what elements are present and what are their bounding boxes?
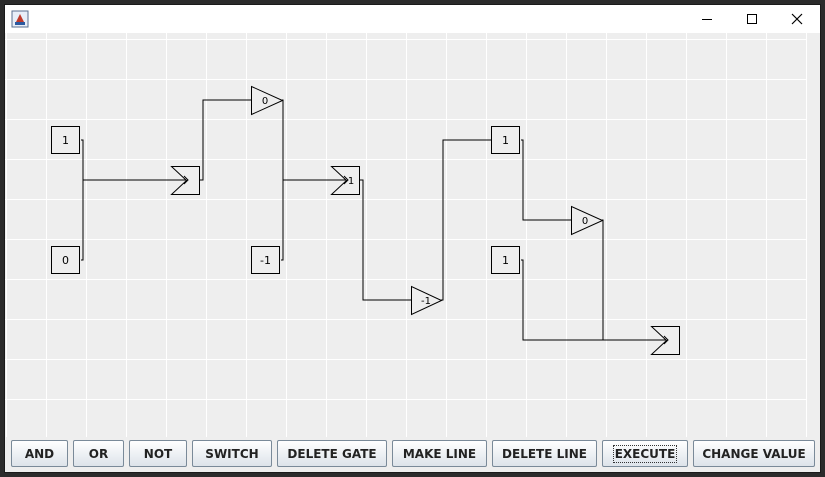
close-button[interactable]: [774, 5, 820, 33]
not-gate[interactable]: 0: [571, 205, 604, 236]
execute-button[interactable]: EXECUTE: [602, 440, 688, 467]
grid: [5, 33, 807, 437]
switch[interactable]: -1: [251, 246, 280, 274]
and-button-label: AND: [24, 446, 55, 461]
and-button[interactable]: AND: [11, 440, 68, 467]
not-gate[interactable]: -1: [411, 285, 443, 316]
switch-value: 0: [62, 254, 69, 267]
wire[interactable]: [281, 99, 284, 261]
switch-value: 1: [502, 254, 509, 267]
delete-gate-button-label: DELETE GATE: [287, 446, 377, 461]
maximize-icon: [747, 14, 757, 24]
switch-button[interactable]: SWITCH: [192, 440, 272, 467]
make-line-button[interactable]: MAKE LINE: [392, 440, 487, 467]
delete-line-button[interactable]: DELETE LINE: [492, 440, 597, 467]
switch[interactable]: 1: [491, 246, 520, 274]
switch[interactable]: 1: [491, 126, 520, 154]
switch-button-label: SWITCH: [205, 446, 259, 461]
wire[interactable]: [521, 259, 668, 341]
change-value-button[interactable]: CHANGE VALUE: [693, 440, 815, 467]
wire[interactable]: [200, 99, 251, 181]
title-bar: [5, 5, 820, 33]
minimize-icon: [702, 19, 712, 20]
gate-value: 1: [348, 176, 354, 187]
gate-value: 0: [262, 96, 268, 107]
not-button-label: NOT: [143, 446, 173, 461]
change-value-button-label: CHANGE VALUE: [702, 446, 806, 461]
or-button-label: OR: [88, 446, 109, 461]
minimize-button[interactable]: [684, 5, 730, 33]
wire[interactable]: [441, 139, 491, 301]
make-line-button-label: MAKE LINE: [402, 446, 477, 461]
switch-value: -1: [260, 254, 271, 267]
not-gate[interactable]: 0: [251, 85, 284, 116]
switch[interactable]: 1: [51, 126, 80, 154]
java-app-icon: [11, 10, 29, 28]
close-icon: [791, 13, 803, 25]
maximize-button[interactable]: [729, 5, 775, 33]
delete-gate-button[interactable]: DELETE GATE: [277, 440, 387, 467]
execute-button-label: EXECUTE: [612, 444, 678, 463]
circuit-canvas[interactable]: 1 0 -1 1 1 0 1 -1 0: [5, 33, 820, 437]
not-button[interactable]: NOT: [129, 440, 187, 467]
app-window: 1 0 -1 1 1 0 1 -1 0 AND OR NOT SWITCH DE…: [4, 4, 821, 473]
switch-value: 1: [62, 134, 69, 147]
switch-value: 1: [502, 134, 509, 147]
delete-line-button-label: DELETE LINE: [502, 446, 587, 461]
toolbar: AND OR NOT SWITCH DELETE GATE MAKE LINE …: [5, 437, 820, 472]
wire[interactable]: [521, 139, 571, 221]
or-button[interactable]: OR: [73, 440, 124, 467]
gate-value: 0: [582, 216, 588, 227]
gate-value: -1: [421, 296, 431, 307]
switch[interactable]: 0: [51, 246, 80, 274]
